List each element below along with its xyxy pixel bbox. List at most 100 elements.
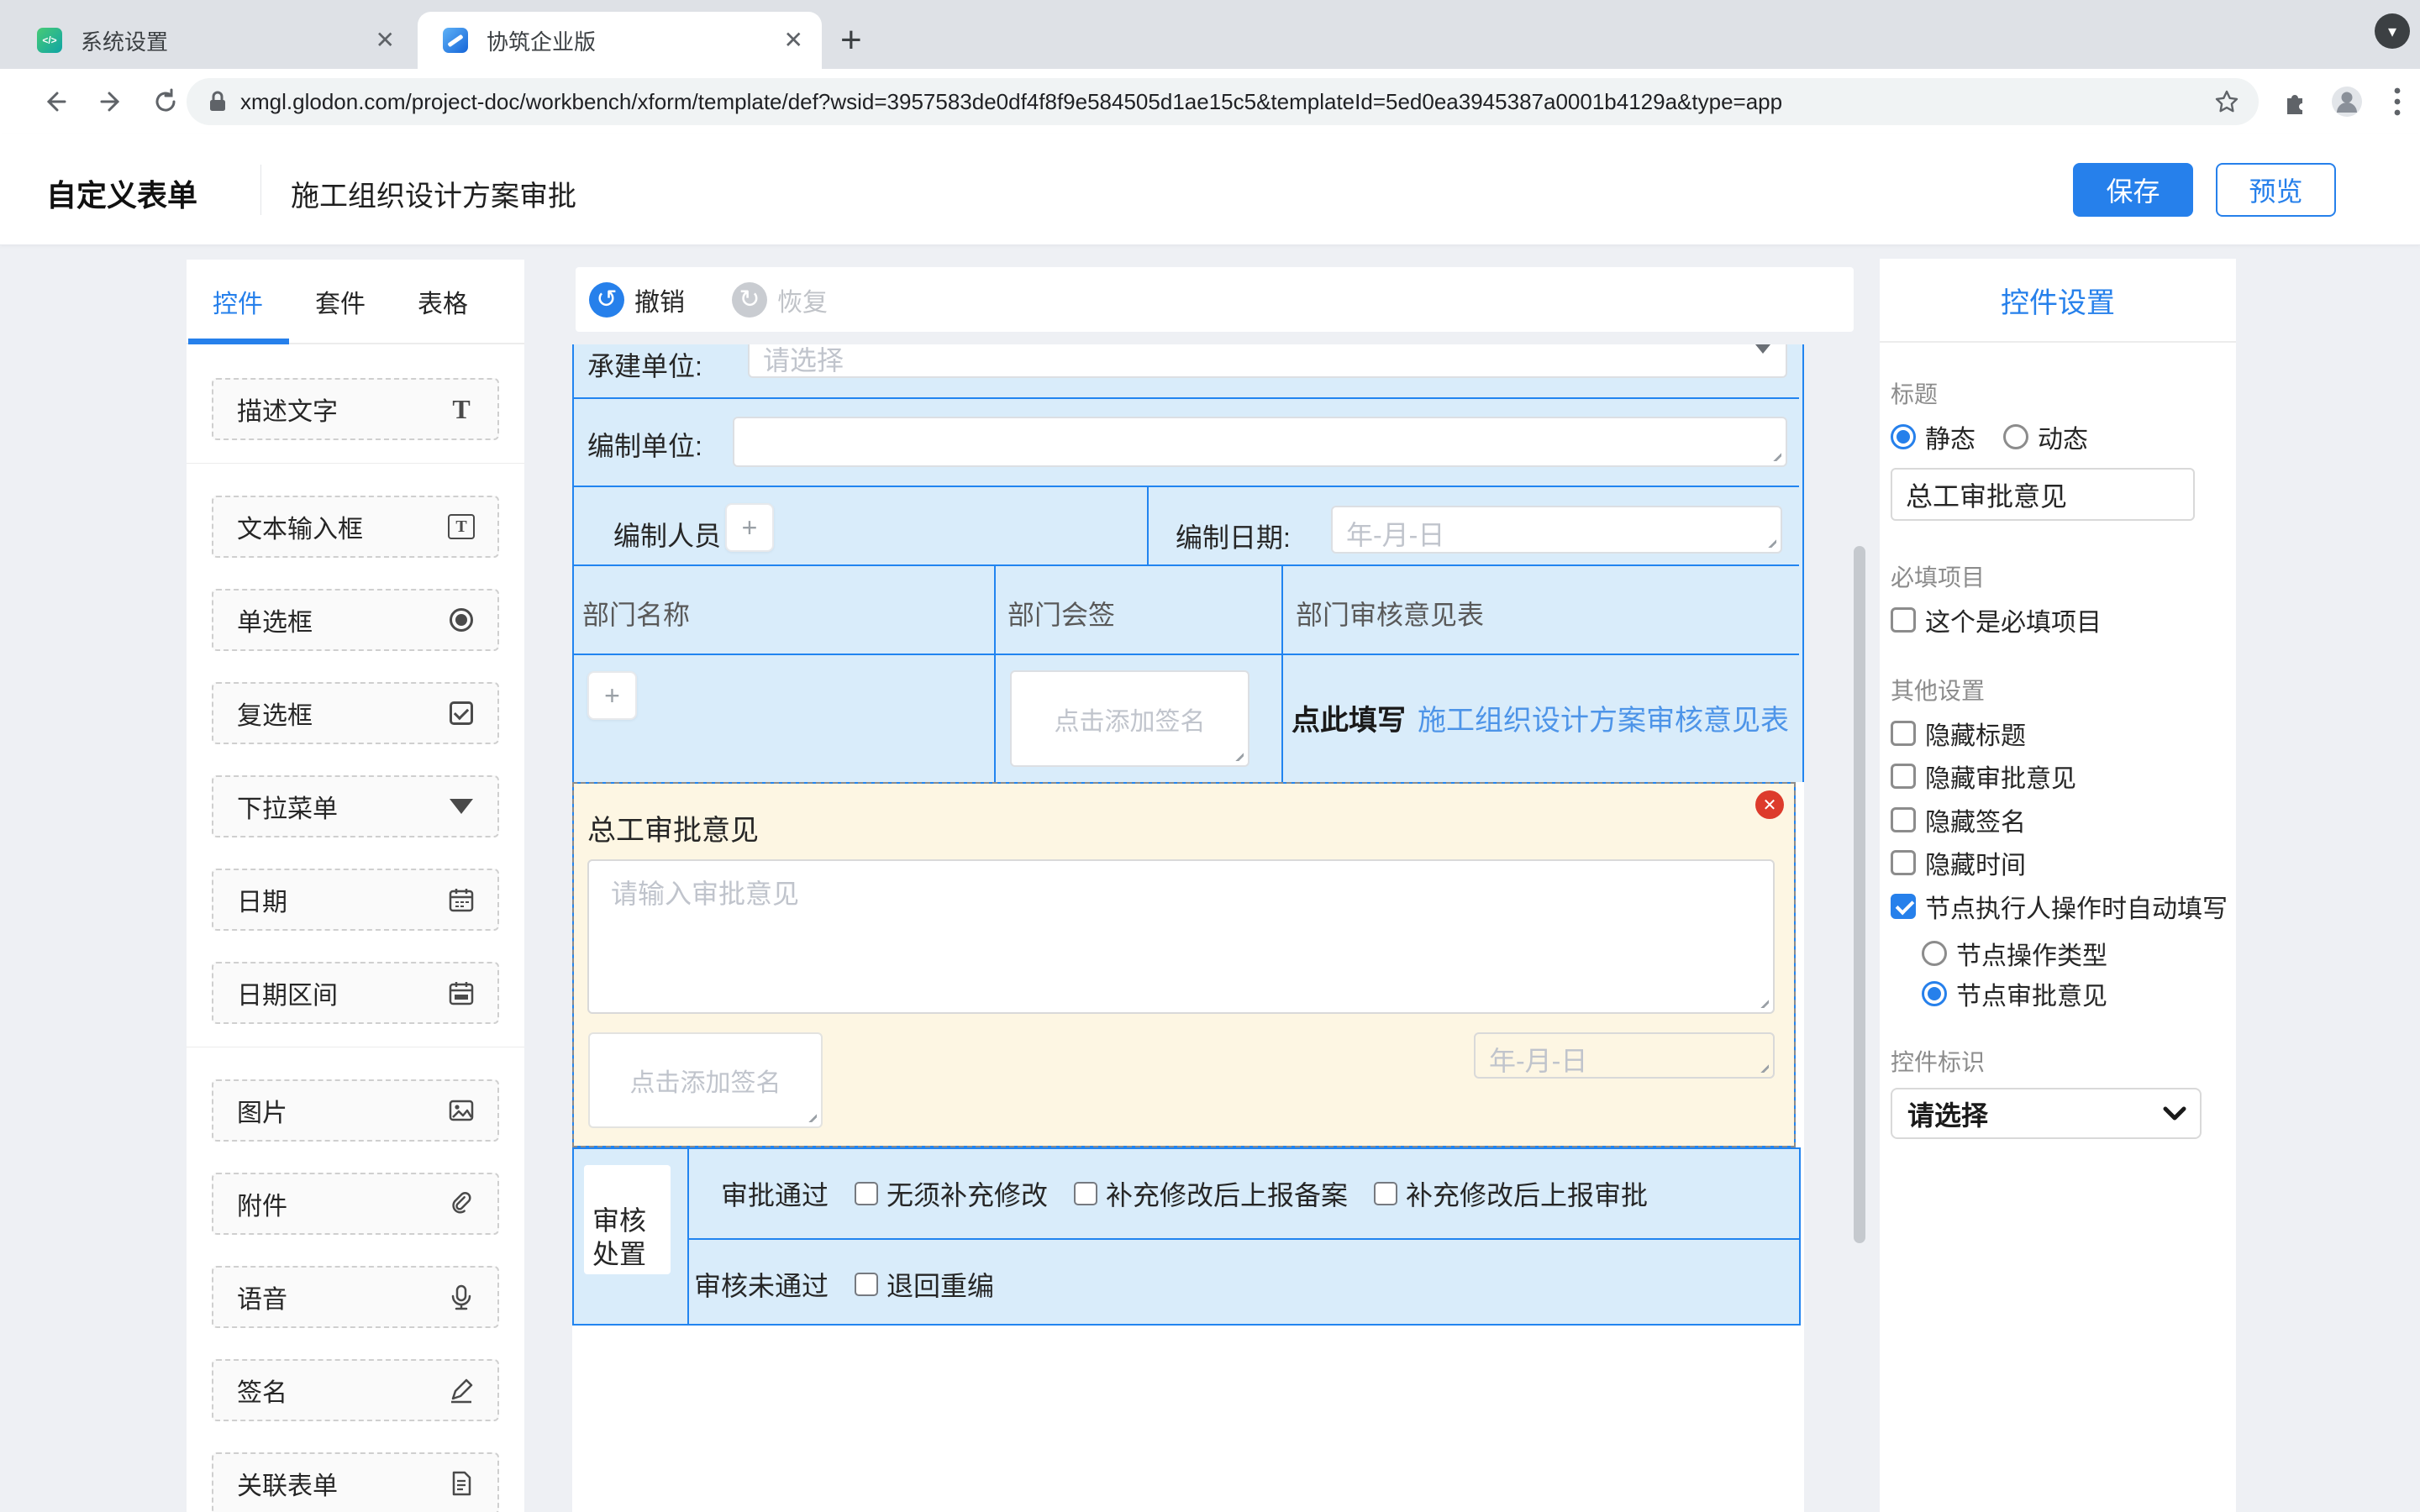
- resize-handle[interactable]: [1756, 1060, 1769, 1073]
- tab-search-button[interactable]: ▾: [2375, 13, 2410, 49]
- pass-option-1[interactable]: 无须补充修改: [855, 1174, 1048, 1213]
- control-item-date-range[interactable]: 日期区间: [212, 962, 499, 1024]
- field-id-select[interactable]: 请选择: [1891, 1088, 2202, 1139]
- dept-signature-box[interactable]: 点击添加签名: [1010, 670, 1249, 767]
- add-department-button[interactable]: +: [587, 671, 637, 720]
- hide-approval-comment-row[interactable]: 隐藏审批意见: [1891, 758, 2076, 795]
- forward-icon[interactable]: [91, 81, 133, 123]
- approval-signature-box[interactable]: 点击添加签名: [588, 1032, 823, 1128]
- static-radio[interactable]: [1891, 424, 1916, 449]
- fail-option-1[interactable]: 退回重编: [855, 1265, 994, 1304]
- control-item-radio[interactable]: 单选框: [212, 589, 499, 651]
- control-item-signature[interactable]: 签名: [212, 1359, 499, 1421]
- tab-tables[interactable]: 表格: [392, 260, 494, 343]
- bookmark-star-icon[interactable]: [2213, 88, 2240, 115]
- checkbox[interactable]: [1074, 1182, 1097, 1205]
- panel-title: 控件设置: [1880, 259, 2236, 343]
- control-item-text-input[interactable]: 文本输入框 T: [212, 496, 499, 558]
- title-value-input[interactable]: 总工审批意见: [1891, 468, 2195, 521]
- browser-tab-xiezhu[interactable]: 协筑企业版 ✕: [418, 12, 822, 69]
- checkbox[interactable]: [1891, 721, 1916, 746]
- review-form-link[interactable]: 施工组织设计方案审核意见表: [1418, 697, 1789, 738]
- hide-signature-row[interactable]: 隐藏签名: [1891, 801, 2026, 838]
- radio[interactable]: [1922, 941, 1947, 966]
- contractor-label: 承建单位:: [587, 345, 702, 384]
- back-icon[interactable]: [34, 81, 76, 123]
- tab-close-icon[interactable]: ✕: [376, 29, 395, 52]
- radio-selected[interactable]: [1922, 981, 1947, 1006]
- reload-icon[interactable]: [145, 81, 187, 123]
- save-button[interactable]: 保存: [2073, 163, 2193, 217]
- approval-comment-textarea[interactable]: 请输入审批意见: [587, 859, 1775, 1014]
- tab-title: 系统设置: [81, 25, 369, 56]
- canvas-scrollbar[interactable]: [1854, 546, 1865, 1243]
- compile-date-label: 编制日期:: [1176, 517, 1291, 555]
- checkbox[interactable]: [1891, 807, 1916, 832]
- app-header: 自定义表单 施工组织设计方案审批 保存 预览: [0, 134, 2420, 245]
- approval-date-input[interactable]: 年-月-日: [1474, 1032, 1775, 1079]
- node-action-type-row[interactable]: 节点操作类型: [1922, 935, 2107, 972]
- contractor-select[interactable]: 请选择: [748, 344, 1787, 378]
- resize-handle[interactable]: [1769, 449, 1781, 461]
- hide-time-row[interactable]: 隐藏时间: [1891, 844, 2026, 881]
- calendar-icon: [447, 885, 476, 914]
- undo-label[interactable]: 撤销: [634, 281, 685, 318]
- chevron-down-icon: ▾: [2388, 21, 2396, 42]
- required-checkbox-row[interactable]: 这个是必填项目: [1891, 601, 2102, 638]
- pen-icon: [447, 1376, 476, 1404]
- tab-close-icon[interactable]: ✕: [784, 29, 803, 52]
- pass-option-2[interactable]: 补充修改后上报备案: [1074, 1174, 1348, 1213]
- compile-unit-input[interactable]: [733, 417, 1787, 467]
- redo-icon[interactable]: ↻: [732, 282, 767, 318]
- selected-control-chief-approval[interactable]: ✕ 总工审批意见 请输入审批意见 点击添加签名 年-月-日: [572, 782, 1796, 1147]
- control-item-related-form[interactable]: 关联表单: [212, 1452, 499, 1512]
- resize-handle[interactable]: [1231, 748, 1244, 761]
- lock-icon: [207, 89, 229, 114]
- extensions-puzzle-icon[interactable]: [2274, 81, 2316, 123]
- control-item-image[interactable]: 图片: [212, 1079, 499, 1142]
- compile-date-input[interactable]: 年-月-日: [1331, 506, 1782, 554]
- browser-tab-system-settings[interactable]: </> 系统设置 ✕: [12, 12, 413, 69]
- url-bar[interactable]: xmgl.glodon.com/project-doc/workbench/xf…: [187, 78, 2259, 125]
- checkbox[interactable]: [855, 1273, 878, 1296]
- delete-control-button[interactable]: ✕: [1755, 790, 1784, 819]
- dept-review-header: 部门审核意见表: [1296, 594, 1484, 633]
- preview-button[interactable]: 预览: [2216, 163, 2336, 217]
- checkbox[interactable]: [1891, 850, 1916, 875]
- profile-avatar[interactable]: [2326, 81, 2368, 123]
- auto-fill-row[interactable]: 节点执行人操作时自动填写: [1891, 888, 2228, 925]
- hide-title-row[interactable]: 隐藏标题: [1891, 715, 2026, 752]
- add-person-button[interactable]: +: [725, 503, 774, 552]
- review-side-label[interactable]: 审核 处置: [584, 1165, 671, 1274]
- fail-label: 审核未通过: [687, 1265, 829, 1304]
- new-tab-button[interactable]: +: [840, 22, 862, 59]
- checkbox-checked[interactable]: [1891, 894, 1916, 919]
- app-title: 自定义表单: [46, 171, 197, 215]
- checkbox[interactable]: [855, 1182, 878, 1205]
- checkbox[interactable]: [1891, 764, 1916, 789]
- compile-unit-label: 编制单位:: [587, 425, 702, 464]
- control-item-voice[interactable]: 语音: [212, 1266, 499, 1328]
- control-item-date[interactable]: 日期: [212, 869, 499, 931]
- checkbox[interactable]: [1891, 607, 1916, 633]
- paperclip-icon: [447, 1189, 476, 1218]
- undo-icon[interactable]: ↺: [589, 282, 624, 318]
- browser-menu-kebab-icon[interactable]: [2376, 81, 2418, 123]
- control-item-description-text[interactable]: 描述文字 T: [212, 378, 499, 440]
- node-approval-comment-row[interactable]: 节点审批意见: [1922, 975, 2107, 1012]
- checkbox[interactable]: [1374, 1182, 1397, 1205]
- control-item-attachment[interactable]: 附件: [212, 1173, 499, 1235]
- header-divider: [260, 165, 261, 215]
- resize-handle[interactable]: [804, 1110, 817, 1122]
- dept-sign-header: 部门会签: [1007, 594, 1115, 633]
- control-item-checkbox[interactable]: 复选框: [212, 682, 499, 744]
- resize-handle[interactable]: [1756, 995, 1769, 1008]
- dynamic-radio[interactable]: [2003, 424, 2028, 449]
- tab-controls[interactable]: 控件: [187, 260, 289, 343]
- redo-label[interactable]: 恢复: [777, 281, 828, 318]
- control-item-dropdown[interactable]: 下拉菜单: [212, 775, 499, 837]
- radio-icon: [447, 606, 476, 634]
- tab-kits[interactable]: 套件: [289, 260, 392, 343]
- pass-option-3[interactable]: 补充修改后上报审批: [1374, 1174, 1648, 1213]
- resize-handle[interactable]: [1764, 535, 1776, 548]
